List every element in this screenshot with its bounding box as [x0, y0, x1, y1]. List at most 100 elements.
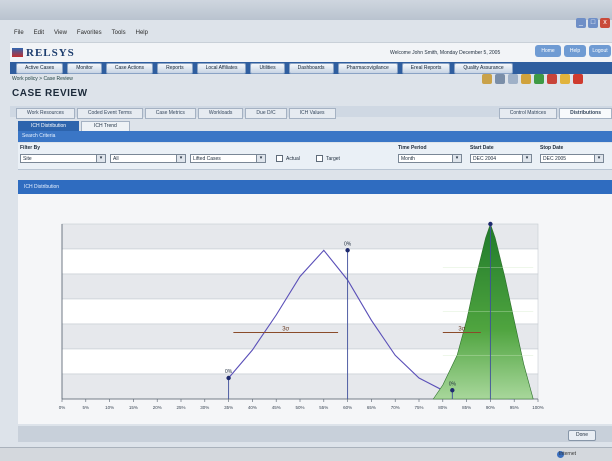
x-tick-label: 85% — [462, 405, 471, 410]
done-button[interactable]: Done — [568, 430, 596, 441]
nav-local-affiliates[interactable]: Local Affiliates — [196, 63, 247, 74]
page-title: CASE REVIEW — [12, 88, 88, 99]
case-type-value: Lifted Cases — [193, 156, 221, 162]
filter-by-value: Site — [23, 156, 32, 162]
stop-date-value: DEC 2005 — [543, 156, 567, 162]
refresh-icon[interactable] — [521, 74, 531, 84]
marker-point-1 — [226, 375, 231, 381]
chevron-down-icon: ▾ — [452, 155, 461, 162]
marker-label-0: 0% — [344, 241, 352, 247]
window-controls: _ □ x — [576, 18, 610, 28]
chart-footer: Done — [18, 426, 612, 442]
case-type-select[interactable]: Lifted Cases ▾ — [190, 154, 266, 163]
tab-control-matrices[interactable]: Control Matrices — [498, 108, 558, 119]
maximize-button[interactable]: □ — [588, 18, 598, 28]
x-tick-label: 0% — [59, 405, 66, 410]
email-icon[interactable] — [495, 74, 505, 84]
tab-work-resources[interactable]: Work Resources — [16, 108, 75, 119]
x-tick-label: 30% — [200, 405, 209, 410]
print-icon[interactable] — [482, 74, 492, 84]
menu-favorites[interactable]: Favorites — [77, 30, 102, 36]
x-tick-label: 5% — [83, 405, 90, 410]
nav-reports[interactable]: Reports — [157, 63, 193, 74]
marker-point-0 — [345, 248, 350, 253]
nav-active-cases[interactable]: Active Cases — [16, 63, 64, 74]
start-date-select[interactable]: DEC 2004 ▾ — [470, 154, 532, 163]
marker-point-2 — [450, 388, 455, 393]
x-tick-label: 80% — [438, 405, 447, 410]
x-tick-label: 15% — [129, 405, 138, 410]
menu-view[interactable]: View — [54, 30, 67, 36]
logout-link[interactable]: Logout — [589, 45, 611, 57]
time-period-value: Month — [401, 156, 415, 162]
filter-by-select[interactable]: Site ▾ — [20, 154, 106, 163]
search-criteria-header: Search Criteria — [18, 131, 612, 142]
nav-case-actions[interactable]: Case Actions — [105, 63, 154, 74]
nav-utilities[interactable]: Utilities — [250, 63, 285, 74]
target-label: Target — [326, 156, 340, 162]
status-text: Internet — [559, 451, 576, 457]
menu-file[interactable]: File — [14, 30, 24, 36]
tab-distributions[interactable]: Distributions — [559, 108, 612, 119]
nav-quality-assurance[interactable]: Quality Assurance — [454, 63, 513, 74]
browser-menu-bar: File Edit View Favorites Tools Help — [14, 30, 148, 36]
nav-dashboards[interactable]: Dashboards — [288, 63, 334, 74]
chevron-down-icon: ▾ — [176, 155, 185, 162]
close-button[interactable]: x — [600, 18, 610, 28]
stop-date-select[interactable]: DEC 2005 ▾ — [540, 154, 604, 163]
chart-band — [61, 223, 539, 250]
search-criteria-panel: Filter By Site ▾ All ▾ Lifted Cases ▾ Ac… — [18, 143, 612, 170]
menu-help[interactable]: Help — [136, 30, 148, 36]
breadcrumb[interactable]: Work policy > Case Review — [12, 76, 73, 82]
nav-monitor[interactable]: Monitor — [67, 63, 102, 74]
app-header: RELSYS Welcome John Smith, Monday Decemb… — [10, 42, 612, 63]
x-tick-label: 20% — [153, 405, 162, 410]
time-period-select[interactable]: Month ▾ — [398, 154, 462, 163]
marker-label-1: 0% — [225, 369, 233, 375]
target-checkbox[interactable] — [316, 155, 323, 162]
home-link[interactable]: Home — [535, 45, 561, 57]
tab-case-metrics[interactable]: Case Metrics — [144, 108, 196, 119]
browser-status-bar: Internet — [0, 447, 612, 461]
chart-band — [61, 248, 539, 275]
x-tick-label: 50% — [295, 405, 304, 410]
tab-coded-event-terms[interactable]: Coded Event Terms — [76, 108, 143, 119]
start-date-value: DEC 2004 — [473, 156, 497, 162]
tab-ich-values[interactable]: ICH Values — [288, 108, 336, 119]
x-tick-label: 100% — [532, 405, 544, 410]
x-tick-label: 55% — [319, 405, 328, 410]
filter-scope-value: All — [113, 156, 119, 162]
nav-ereal-reports[interactable]: Ereal Reports — [401, 63, 451, 74]
add-icon[interactable] — [534, 74, 544, 84]
browser-page: _ □ x File Edit View Favorites Tools Hel… — [0, 0, 612, 461]
toolbar-icons — [482, 74, 583, 84]
tab-workloads[interactable]: Workloads — [197, 108, 244, 119]
app-brand: RELSYS — [26, 47, 75, 59]
x-tick-label: 10% — [105, 405, 114, 410]
nav-pharmacovigilance[interactable]: Pharmacovigilance — [337, 63, 398, 74]
marker-point-3 — [488, 221, 493, 227]
menu-tools[interactable]: Tools — [112, 30, 126, 36]
tab-due-dc[interactable]: Due D/C — [245, 108, 287, 119]
marker-label-2: 0% — [449, 381, 457, 387]
delete-icon[interactable] — [547, 74, 557, 84]
chevron-down-icon: ▾ — [522, 155, 531, 162]
menu-edit[interactable]: Edit — [34, 30, 44, 36]
actual-label: Actual — [286, 156, 300, 162]
favorite-icon[interactable] — [560, 74, 570, 84]
help-link[interactable]: Help — [564, 45, 586, 57]
filter-scope-select[interactable]: All ▾ — [110, 154, 186, 163]
x-tick-label: 75% — [414, 405, 423, 410]
minimize-button[interactable]: _ — [576, 18, 586, 28]
relsys-logo-icon — [12, 48, 23, 57]
chevron-down-icon: ▾ — [256, 155, 265, 162]
x-tick-label: 60% — [343, 405, 352, 410]
alert-icon[interactable] — [573, 74, 583, 84]
chart-header: ICH Distribution — [18, 180, 612, 194]
export-icon[interactable] — [508, 74, 518, 84]
stop-date-label: Stop Date — [540, 145, 564, 151]
time-period-label: Time Period — [398, 145, 427, 151]
x-tick-label: 35% — [224, 405, 233, 410]
chevron-down-icon: ▾ — [594, 155, 603, 162]
actual-checkbox[interactable] — [276, 155, 283, 162]
